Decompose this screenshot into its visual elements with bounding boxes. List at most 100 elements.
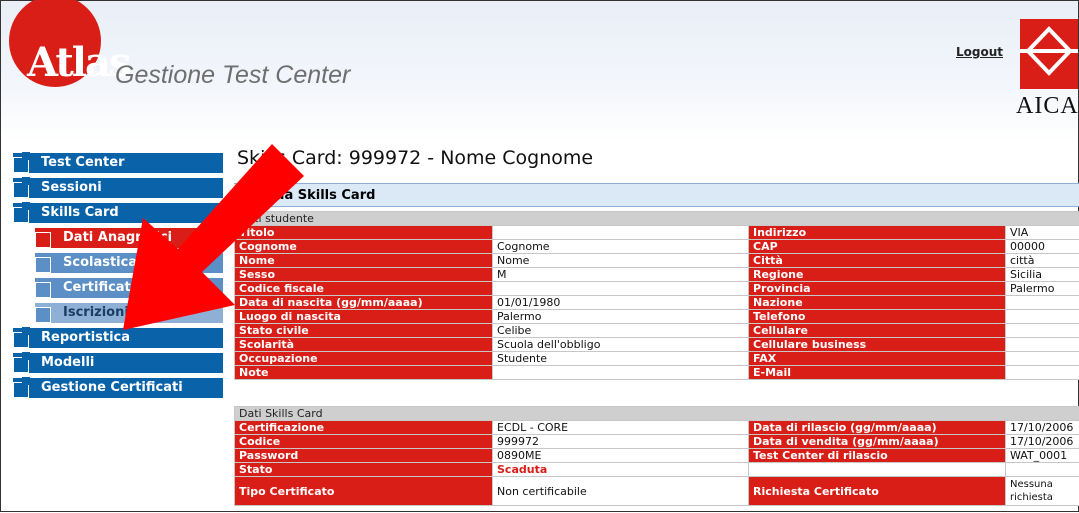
- section-title: Scheda Skills Card: [234, 183, 1079, 207]
- app-title: Gestione Test Center: [115, 61, 350, 90]
- sidebar-item-reportistica[interactable]: Reportistica: [13, 328, 223, 348]
- field-label: Test Center di rilascio: [749, 449, 1006, 463]
- student-header: Dati studente: [235, 212, 1079, 226]
- field-value: 0890ME: [493, 449, 749, 463]
- sidebar-subitem-scolastica[interactable]: Scolastica: [35, 253, 223, 273]
- skills-card-table: Dati Skills Card CertificazioneECDL - CO…: [234, 406, 1079, 506]
- field-value: 999972: [493, 435, 749, 449]
- sidebar-item-label: Gestione Certificati: [41, 380, 183, 395]
- table-row: Titolo IndirizzoVIA: [235, 226, 1079, 240]
- aica-text: AICA: [1016, 93, 1079, 120]
- field-value: [1006, 296, 1079, 310]
- field-value: Palermo: [1006, 282, 1079, 296]
- sidebar-item-modelli[interactable]: Modelli: [13, 353, 223, 373]
- field-label: Cellulare business: [749, 338, 1006, 352]
- field-label: Indirizzo: [749, 226, 1006, 240]
- table-row: NoteE-Mail: [235, 366, 1079, 380]
- sidebar-subitem-label: Scolastica: [63, 255, 137, 270]
- menu-square-icon: [13, 332, 29, 348]
- field-label: Codice: [235, 435, 493, 449]
- field-label: Stato: [235, 463, 493, 477]
- field-label: Note: [235, 366, 493, 380]
- field-value: Non certificabile: [493, 477, 749, 506]
- field-value: 01/01/1980: [493, 296, 749, 310]
- field-label: Regione: [749, 268, 1006, 282]
- sidebar-item-label: Modelli: [41, 355, 94, 370]
- table-row: Codice999972Data di vendita (gg/mm/aaaa)…: [235, 435, 1079, 449]
- student-table: Dati studente TitoloIndirizzoVIACognomeC…: [234, 211, 1079, 380]
- field-value: Scaduta: [493, 463, 749, 477]
- menu-square-icon: [13, 157, 29, 173]
- field-label: Sesso: [235, 268, 493, 282]
- field-value: M: [493, 268, 749, 282]
- field-label: Nome: [235, 254, 493, 268]
- menu-square-icon: [35, 257, 51, 273]
- field-label: Stato civile: [235, 324, 493, 338]
- table-row: ScolaritàScuola dell'obbligoCellulare bu…: [235, 338, 1079, 352]
- field-label: Password: [235, 449, 493, 463]
- field-value: Nome: [493, 254, 749, 268]
- sidebar-subitem-certificati[interactable]: Certificati: [35, 278, 223, 298]
- field-value: Nessuna richiesta: [1006, 477, 1079, 506]
- sidebar-subitem-label: Certificati: [63, 280, 135, 295]
- menu-square-icon: [13, 207, 29, 223]
- table-row: CognomeCognomeCAP00000: [235, 240, 1079, 254]
- field-value: [493, 226, 749, 240]
- aica-logo: AICA: [1008, 19, 1078, 119]
- field-label: Città: [749, 254, 1006, 268]
- sidebar-item-label: Skills Card: [41, 205, 119, 220]
- sidebar-item-test-center[interactable]: Test Center: [13, 153, 223, 173]
- field-label: Certificazione: [235, 421, 493, 435]
- sidebar-item-gestione-certificati[interactable]: Gestione Certificati: [13, 378, 223, 398]
- table-row: Tipo CertificatoNon certificabileRichies…: [235, 477, 1079, 506]
- sidebar-item-sessioni[interactable]: Sessioni: [13, 178, 223, 198]
- field-label: Tipo Certificato: [235, 477, 493, 506]
- aica-mark-icon: [1020, 19, 1078, 89]
- sidebar-item-label: Sessioni: [41, 180, 102, 195]
- field-label: Data di rilascio (gg/mm/aaaa): [749, 421, 1006, 435]
- field-value: [1006, 366, 1079, 380]
- sidebar-subitem-dati-anagrafici[interactable]: Dati Anagrafici: [35, 228, 223, 248]
- sidebar-subitem-iscrizioni[interactable]: Iscrizioni: [35, 303, 223, 323]
- field-label: Data di vendita (gg/mm/aaaa): [749, 435, 1006, 449]
- field-value: Scuola dell'obbligo: [493, 338, 749, 352]
- table-row: Stato civileCelibeCellulare: [235, 324, 1079, 338]
- table-row: StatoScaduta: [235, 463, 1079, 477]
- field-label: CAP: [749, 240, 1006, 254]
- sidebar-subitem-label: Dati Anagrafici: [63, 230, 172, 245]
- table-row: OccupazioneStudenteFAX: [235, 352, 1079, 366]
- app-header: Atlas Gestione Test Center Logout AICA: [1, 1, 1078, 141]
- table-row: NomeNomeCittàcittà: [235, 254, 1079, 268]
- sidebar-item-label: Reportistica: [41, 330, 130, 345]
- sidebar-item-label: Test Center: [41, 155, 125, 170]
- field-label: Luogo di nascita: [235, 310, 493, 324]
- sidebar-subitem-label: Iscrizioni: [63, 305, 129, 320]
- menu-square-icon: [35, 307, 51, 323]
- menu-square-icon: [13, 182, 29, 198]
- field-value: Cognome: [493, 240, 749, 254]
- menu-square-icon: [13, 382, 29, 398]
- sidebar-item-skills-card[interactable]: Skills Card: [13, 203, 223, 223]
- table-row: CertificazioneECDL - COREData di rilasci…: [235, 421, 1079, 435]
- field-value: WAT_0001: [1006, 449, 1079, 463]
- field-value: VIA: [1006, 226, 1079, 240]
- table-row: Password0890METest Center di rilascioWAT…: [235, 449, 1079, 463]
- field-value: [1006, 324, 1079, 338]
- field-label: Titolo: [235, 226, 493, 240]
- field-label: Cognome: [235, 240, 493, 254]
- field-label: Nazione: [749, 296, 1006, 310]
- menu-square-icon: [35, 282, 51, 298]
- table-row: SessoMRegioneSicilia: [235, 268, 1079, 282]
- field-value: [1006, 352, 1079, 366]
- table-row: Codice fiscaleProvinciaPalermo: [235, 282, 1079, 296]
- field-value: 17/10/2006: [1006, 421, 1079, 435]
- field-value: città: [1006, 254, 1079, 268]
- field-value: 17/10/2006: [1006, 435, 1079, 449]
- field-value: [1006, 463, 1079, 477]
- sidebar-nav: Test Center Sessioni Skills Card Dati An…: [13, 153, 223, 403]
- menu-square-icon: [13, 357, 29, 373]
- table-row: Data di nascita (gg/mm/aaaa)01/01/1980Na…: [235, 296, 1079, 310]
- field-label: Cellulare: [749, 324, 1006, 338]
- logout-link[interactable]: Logout: [956, 45, 1003, 59]
- field-value: [1006, 310, 1079, 324]
